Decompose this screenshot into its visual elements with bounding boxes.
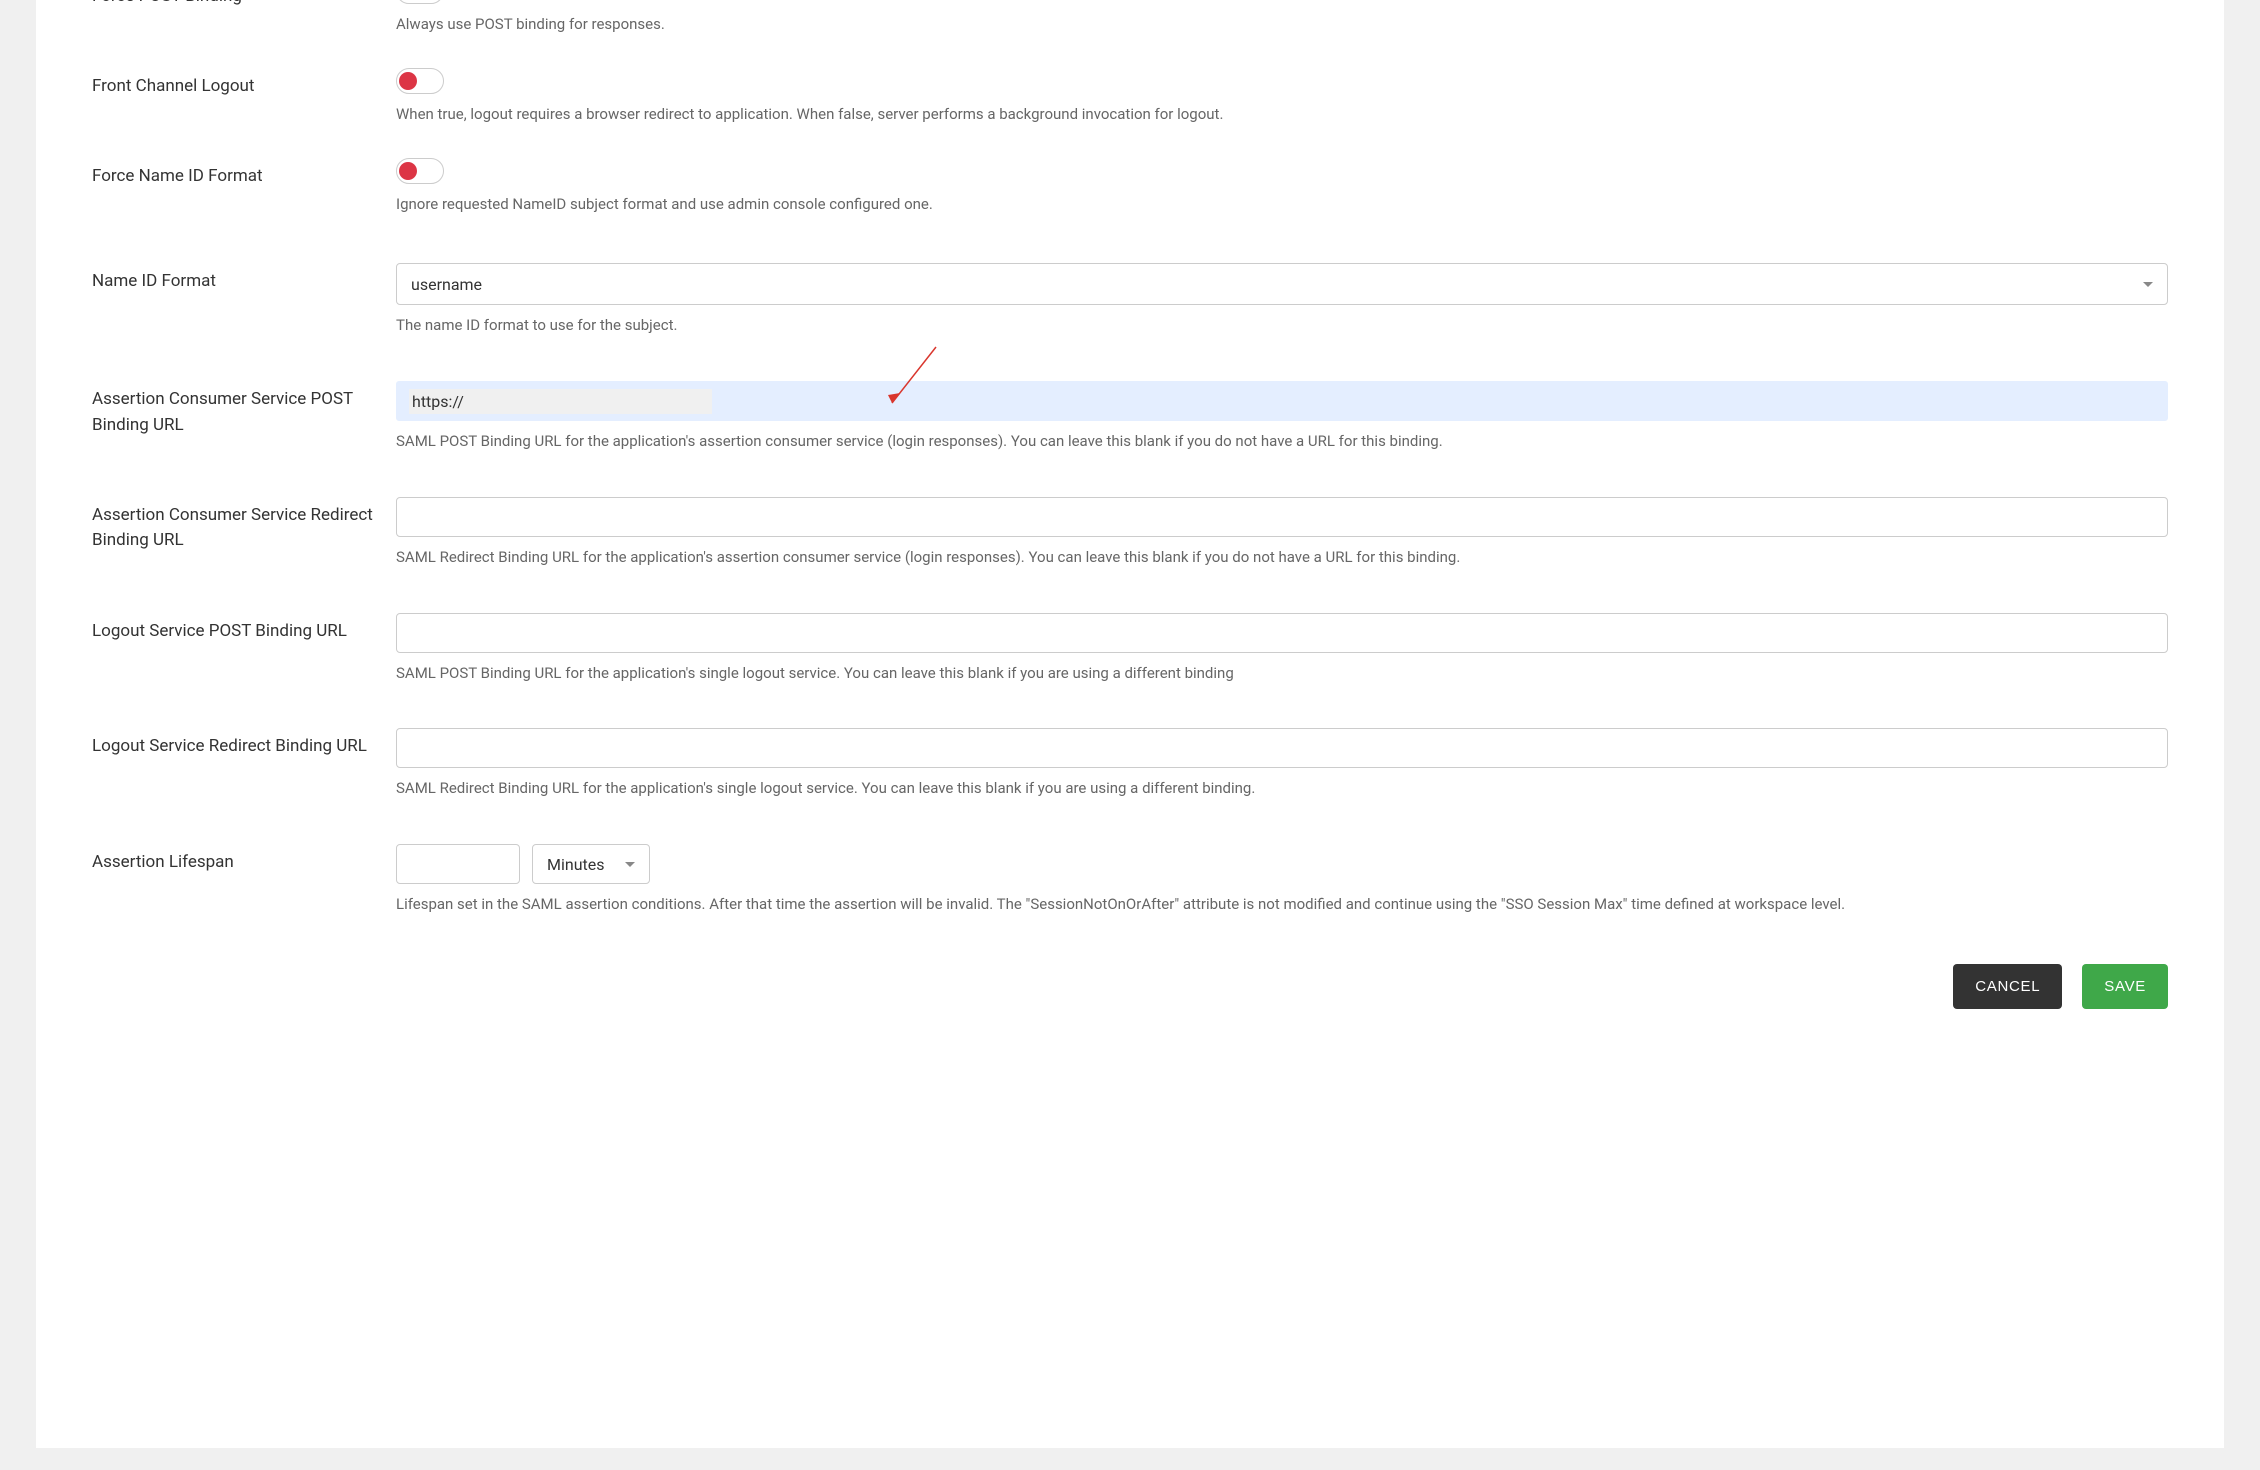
acs-post-input[interactable]: https:// [396, 381, 2168, 421]
force-post-binding-toggle[interactable] [396, 0, 444, 4]
force-post-binding-help: Always use POST binding for responses. [396, 14, 2168, 36]
force-nameid-format-label: Force Name ID Format [92, 158, 396, 190]
nameid-format-label: Name ID Format [92, 263, 396, 295]
nameid-format-select[interactable]: username [396, 263, 2168, 305]
form-footer: CANCEL SAVE [92, 964, 2168, 1009]
assertion-lifespan-help: Lifespan set in the SAML assertion condi… [396, 894, 2168, 916]
assertion-lifespan-unit-value: Minutes [547, 855, 605, 874]
cancel-button[interactable]: CANCEL [1953, 964, 2062, 1009]
front-channel-logout-toggle[interactable] [396, 68, 444, 94]
force-nameid-format-help: Ignore requested NameID subject format a… [396, 194, 2168, 216]
logout-post-label: Logout Service POST Binding URL [92, 613, 396, 645]
logout-redirect-help: SAML Redirect Binding URL for the applic… [396, 778, 2168, 800]
chevron-down-icon [625, 862, 635, 867]
assertion-lifespan-label: Assertion Lifespan [92, 844, 396, 876]
acs-redirect-input[interactable] [396, 497, 2168, 537]
field-force-nameid-format: Force Name ID Format Ignore requested Na… [92, 140, 2168, 230]
logout-redirect-input[interactable] [396, 728, 2168, 768]
logout-post-input[interactable] [396, 613, 2168, 653]
field-acs-post: Assertion Consumer Service POST Binding … [92, 351, 2168, 467]
force-nameid-format-toggle[interactable] [396, 158, 444, 184]
chevron-down-icon [2143, 282, 2153, 287]
field-logout-redirect: Logout Service Redirect Binding URL SAML… [92, 698, 2168, 814]
acs-post-value: https:// [409, 389, 712, 414]
field-assertion-lifespan: Assertion Lifespan Minutes Lifespan set … [92, 814, 2168, 930]
toggle-thumb [399, 72, 417, 90]
field-acs-redirect: Assertion Consumer Service Redirect Bind… [92, 467, 2168, 583]
acs-redirect-label: Assertion Consumer Service Redirect Bind… [92, 497, 396, 554]
save-button[interactable]: SAVE [2082, 964, 2168, 1009]
front-channel-logout-label: Front Channel Logout [92, 68, 396, 100]
nameid-format-help: The name ID format to use for the subjec… [396, 315, 2168, 337]
toggle-thumb [399, 162, 417, 180]
nameid-format-value: username [411, 275, 482, 294]
force-post-binding-label: Force POST Binding [92, 0, 396, 10]
logout-post-help: SAML POST Binding URL for the applicatio… [396, 663, 2168, 685]
assertion-lifespan-unit-select[interactable]: Minutes [532, 844, 650, 884]
assertion-lifespan-input[interactable] [396, 844, 520, 884]
acs-redirect-help: SAML Redirect Binding URL for the applic… [396, 547, 2168, 569]
front-channel-logout-help: When true, logout requires a browser red… [396, 104, 2168, 126]
logout-redirect-label: Logout Service Redirect Binding URL [92, 728, 396, 760]
field-nameid-format: Name ID Format username The name ID form… [92, 229, 2168, 351]
field-front-channel-logout: Front Channel Logout When true, logout r… [92, 50, 2168, 140]
field-logout-post: Logout Service POST Binding URL SAML POS… [92, 583, 2168, 699]
acs-post-label: Assertion Consumer Service POST Binding … [92, 381, 396, 438]
acs-post-help: SAML POST Binding URL for the applicatio… [396, 431, 2168, 453]
field-force-post-binding: Force POST Binding Always use POST bindi… [92, 0, 2168, 50]
